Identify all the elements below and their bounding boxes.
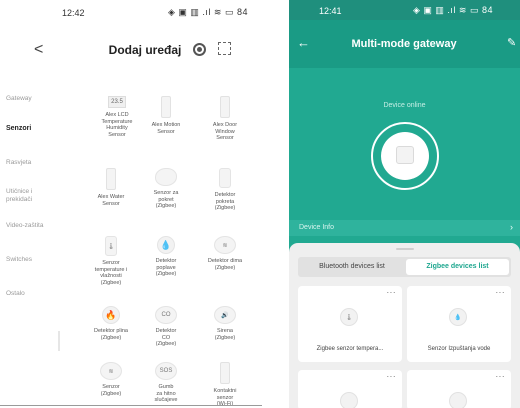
tab-bluetooth-devices[interactable]: Bluetooth devices list: [300, 259, 404, 275]
device-name: Detektor dima (Zigbee): [207, 258, 243, 271]
device-grid: 23.5 Alex LCD Temperature Humidity Senso…: [0, 0, 262, 408]
device-info-label: Device Info: [299, 224, 335, 231]
tab-zigbee-devices[interactable]: Zigbee devices list: [406, 259, 509, 275]
device-name: Gumb za hitno slučajeve: [154, 384, 178, 403]
back-button[interactable]: ←: [297, 35, 310, 50]
device-name: Detektor pokreta (Zigbee): [214, 192, 236, 211]
device-card[interactable]: ···: [298, 370, 402, 408]
device-card-label: Zigbee senzor tempera...: [316, 346, 384, 352]
device-info-row[interactable]: Device Info ›: [289, 220, 520, 236]
device-tile[interactable]: Kontaktni senzor (Wi-Fi): [196, 362, 254, 408]
smoke-detector-icon: ≋: [214, 236, 236, 254]
sensor-icon: [340, 392, 358, 408]
lcd-sensor-icon: 23.5: [108, 96, 126, 108]
devices-panel: Bluetooth devices list Zigbee devices li…: [289, 243, 520, 408]
co-detector-icon: CO: [155, 306, 177, 324]
gateway-screen: 12:41 ◈ ▣ ▥ .ıl ≋ ▭ 84 ← Multi-mode gate…: [289, 0, 520, 408]
header: ← Multi-mode gateway ✎: [289, 20, 520, 68]
gas-detector-icon: 🔥: [102, 306, 120, 324]
gateway-device-icon: [396, 146, 414, 164]
contact-sensor-icon: [220, 362, 230, 384]
more-options-icon[interactable]: ···: [387, 372, 397, 381]
page-title: Multi-mode gateway: [351, 38, 457, 50]
more-options-icon[interactable]: ···: [496, 372, 506, 381]
device-tile[interactable]: ≋ Senzor (Zigbee): [82, 362, 140, 397]
device-name: Alex Motion Sensor: [151, 122, 181, 135]
door-sensor-icon: [220, 96, 230, 118]
device-name: Detektor CO (Zigbee): [155, 328, 177, 347]
device-name: Detektor poplave (Zigbee): [155, 258, 177, 277]
device-tile[interactable]: SOS Gumb za hitno slučajeve: [137, 362, 195, 404]
motion-detector-icon: [219, 168, 231, 188]
gateway-image: [371, 122, 439, 190]
add-device-screen: 12:42 ◈ ▣ ▥ .ıl ≋ ▭ 84 < Dodaj uređaj Ga…: [0, 0, 262, 408]
device-name: Detektor plina (Zigbee): [94, 328, 128, 341]
water-drop-icon: 💧: [449, 308, 467, 326]
divider: [0, 405, 262, 406]
device-name: Alex Water Sensor: [97, 194, 125, 207]
device-tile[interactable]: Alex Motion Sensor: [137, 96, 195, 135]
device-card[interactable]: ···: [407, 370, 511, 408]
device-status: Device online: [383, 102, 426, 109]
pir-sensor-icon: [155, 168, 177, 186]
status-time: 12:41: [319, 6, 342, 16]
device-tile[interactable]: 💧 Detektor poplave (Zigbee): [137, 236, 195, 278]
device-list-tabs: Bluetooth devices list Zigbee devices li…: [298, 257, 511, 277]
temp-humidity-icon: 🌡: [105, 236, 117, 256]
device-name: Senzor (Zigbee): [100, 384, 122, 397]
device-tile[interactable]: 🌡 Senzor temperature i vlažnosti (Zigbee…: [82, 236, 140, 286]
device-tile[interactable]: 🔥 Detektor plina (Zigbee): [82, 306, 140, 341]
sensor-icon: [449, 392, 467, 408]
sos-button-icon: SOS: [155, 362, 177, 380]
device-tile[interactable]: ≋ Detektor dima (Zigbee): [196, 236, 254, 271]
device-name: Senzor za pokret (Zigbee): [153, 190, 179, 209]
device-tile[interactable]: Alex Water Sensor: [82, 168, 140, 207]
water-leak-icon: 💧: [157, 236, 175, 254]
device-card[interactable]: ··· 💧 Senzor Izpuštanja vode: [407, 286, 511, 362]
device-tile[interactable]: Senzor za pokret (Zigbee): [137, 168, 195, 210]
device-card-label: Senzor Izpuštanja vode: [427, 346, 491, 352]
sensor-icon: ≋: [100, 362, 122, 380]
composite-screenshot: 12:42 ◈ ▣ ▥ .ıl ≋ ▭ 84 < Dodaj uređaj Ga…: [0, 0, 520, 408]
more-options-icon[interactable]: ···: [496, 288, 506, 297]
device-tile[interactable]: Alex Door Window Sensor: [196, 96, 254, 142]
drag-handle[interactable]: [396, 248, 414, 250]
device-tile[interactable]: Detektor pokreta (Zigbee): [196, 168, 254, 212]
device-name: Sirena (Zigbee): [214, 328, 236, 341]
thermometer-icon: 🌡: [340, 308, 358, 326]
status-icons: ◈ ▣ ▥ .ıl ≋ ▭ 84: [413, 5, 493, 15]
device-tile[interactable]: CO Detektor CO (Zigbee): [137, 306, 195, 348]
status-bar: 12:41 ◈ ▣ ▥ .ıl ≋ ▭ 84: [289, 0, 520, 20]
water-sensor-icon: [106, 168, 116, 190]
motion-sensor-icon: [161, 96, 171, 118]
chevron-right-icon: ›: [510, 222, 513, 232]
edit-icon[interactable]: ✎: [507, 36, 516, 49]
device-tile[interactable]: 🔊 Sirena (Zigbee): [196, 306, 254, 341]
device-name: Senzor temperature i vlažnosti (Zigbee): [94, 260, 128, 286]
device-card[interactable]: ··· 🌡 Zigbee senzor tempera...: [298, 286, 402, 362]
more-options-icon[interactable]: ···: [387, 288, 397, 297]
device-name: Alex Door Window Sensor: [212, 122, 238, 141]
siren-icon: 🔊: [214, 306, 236, 324]
